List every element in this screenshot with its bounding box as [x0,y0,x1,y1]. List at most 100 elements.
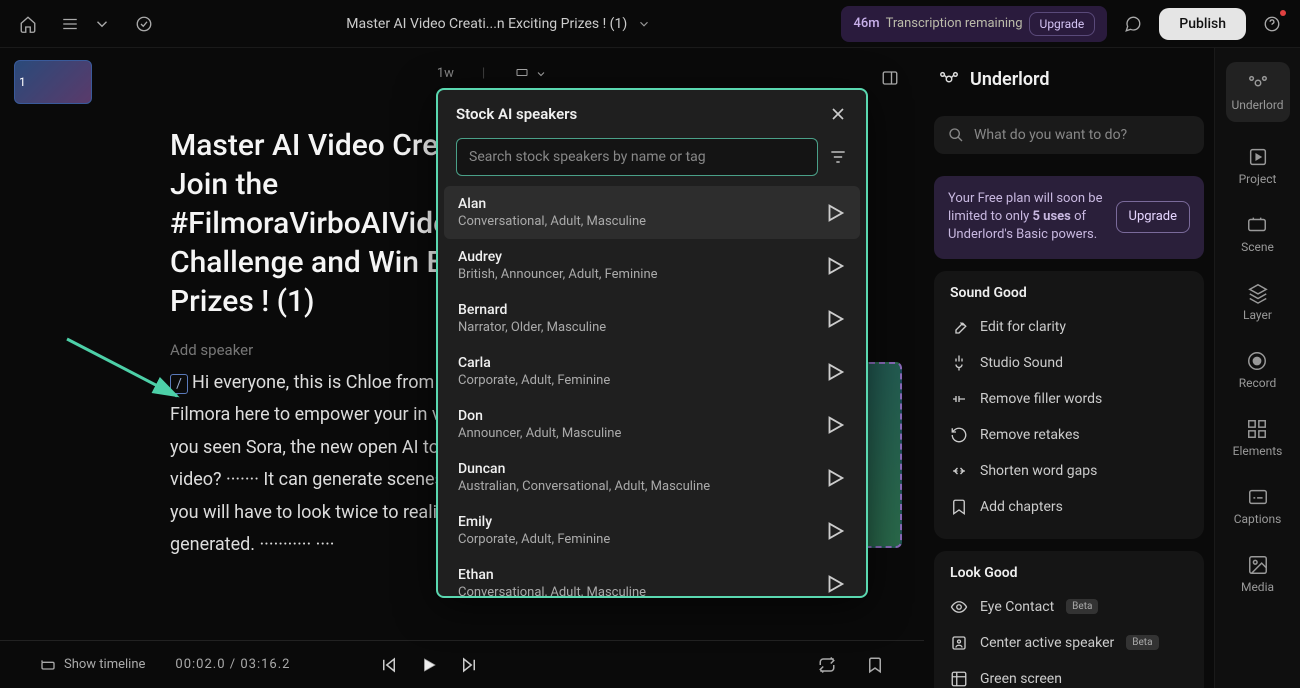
speaker-info: Ethan Conversational, Adult, Masculine [458,567,646,596]
scene-thumb-1[interactable]: 1 [14,60,92,104]
speaker-item[interactable]: Don Announcer, Adult, Masculine [444,398,860,451]
play-icon[interactable] [824,467,846,489]
chevron-down-icon[interactable] [90,12,114,36]
publish-button[interactable]: Publish [1159,8,1246,40]
action-edit-clarity[interactable]: Edit for clarity [940,309,1198,345]
time-display: 00:02.0 / 03:16.2 [175,657,290,672]
action-add-chapters[interactable]: Add chapters [940,489,1198,525]
skip-back-icon[interactable] [380,656,398,674]
speaker-name: Don [458,408,621,424]
speaker-item[interactable]: CarlaCorporate, Adult, Feminine [444,345,860,398]
modal-title: Stock AI speakers [456,105,577,123]
show-timeline-toggle[interactable]: Show timeline [40,657,145,673]
action-studio-sound[interactable]: Studio Sound [940,345,1198,381]
play-controls [380,656,478,674]
project-title[interactable]: Master AI Video Creati...n Exciting Priz… [168,16,829,32]
underlord-icon [938,68,960,90]
beta-badge: Beta [1066,599,1098,614]
bookmark-icon[interactable] [866,656,884,674]
underlord-title: Underlord [970,69,1049,90]
speaker-info: Emily Corporate, Adult, Feminine [458,514,610,547]
speaker-name: Bernard [458,302,606,318]
speaker-name: Ethan [458,567,646,583]
nav-media[interactable]: Media [1241,550,1274,598]
play-icon[interactable] [824,255,846,277]
play-icon[interactable] [824,202,846,224]
zoom-level[interactable]: 1w [437,66,454,81]
speaker-name: Alan [458,196,646,212]
top-left-controls [16,12,156,36]
nav-project[interactable]: Project [1239,142,1277,190]
underlord-search[interactable]: What do you want to do? [934,116,1204,154]
time-total: 03:16.2 [240,657,290,672]
action-center-speaker[interactable]: Center active speakerBeta [940,625,1198,661]
project-title-text: Master AI Video Creati...n Exciting Priz… [346,16,627,32]
action-remove-retakes[interactable]: Remove retakes [940,417,1198,453]
speaker-item[interactable]: DuncanAustralian, Conversational, Adult,… [444,451,860,504]
right-nav-rail: Underlord Project Scene Layer Record Ele… [1214,48,1300,688]
upgrade-button[interactable]: Upgrade [1116,201,1190,233]
chat-icon[interactable] [1121,12,1145,36]
speaker-item[interactable]: AudreyBritish, Announcer, Adult, Feminin… [444,239,860,292]
action-eye-contact[interactable]: Eye ContactBeta [940,589,1198,625]
loop-icon[interactable] [818,656,836,674]
action-remove-filler[interactable]: Remove filler words [940,381,1198,417]
layout-toggle[interactable] [513,68,547,80]
speaker-item[interactable]: Ethan Conversational, Adult, Masculine [444,557,860,596]
filter-icon[interactable] [828,147,848,167]
speaker-tags: Announcer, Adult, Masculine [458,426,621,441]
playback-bar: Show timeline 00:02.0 / 03:16.2 [0,640,924,688]
play-icon[interactable] [824,361,846,383]
close-icon[interactable] [828,104,848,124]
timeline-icon [40,657,56,673]
nav-record[interactable]: Record [1239,346,1277,394]
speaker-info: Don Announcer, Adult, Masculine [458,408,621,441]
action-shorten-gaps[interactable]: Shorten word gaps [940,453,1198,489]
speaker-tags: Narrator, Older, Masculine [458,320,606,335]
scene-thumbnails: 1 [0,48,106,116]
speaker-info: AudreyBritish, Announcer, Adult, Feminin… [458,249,658,282]
panel-toggle-icon[interactable] [878,66,902,90]
skip-forward-icon[interactable] [460,656,478,674]
sound-good-title: Sound Good [940,285,1198,309]
nav-layer[interactable]: Layer [1243,278,1272,326]
nav-underlord[interactable]: Underlord [1226,62,1290,122]
upgrade-notice: Your Free plan will soon be limited to o… [934,176,1204,259]
upgrade-button-small[interactable]: Upgrade [1029,12,1096,36]
play-icon[interactable] [824,308,846,330]
speaker-item[interactable]: Alan Conversational, Adult, Masculine [444,186,860,239]
play-icon[interactable] [824,573,846,595]
play-icon[interactable] [420,656,438,674]
speaker-list[interactable]: Alan Conversational, Adult, Masculine Audr… [438,186,866,596]
modal-header: Stock AI speakers [438,90,866,138]
speaker-search-input[interactable] [456,138,818,176]
speaker-item[interactable]: Bernard Narrator, Older, Masculine [444,292,860,345]
speaker-tags: Conversational, Adult, Masculine [458,585,646,596]
home-icon[interactable] [16,12,40,36]
look-good-section: Look Good Eye ContactBeta Center active … [934,551,1204,688]
help-icon[interactable] [1260,12,1284,36]
check-circle-icon[interactable] [132,12,156,36]
speaker-item[interactable]: Emily Corporate, Adult, Feminine [444,504,860,557]
menu-icon[interactable] [58,12,82,36]
nav-elements[interactable]: Elements [1233,414,1283,462]
nav-captions[interactable]: Captions [1234,482,1282,530]
view-controls: 1w | [106,48,878,87]
speaker-tags: Corporate, Adult, Feminine [458,532,610,547]
stock-speakers-modal: Stock AI speakers Alan Conversational, Ad… [436,88,868,598]
speaker-name: Emily [458,514,610,530]
speaker-info: Bernard Narrator, Older, Masculine [458,302,606,335]
right-sidebar: Underlord What do you want to do? Your F… [924,48,1214,688]
time-current: 00:02.0 [175,657,225,672]
speaker-tags: Australian, Conversational, Adult, Mascu… [458,479,710,494]
modal-search-row [438,138,866,186]
action-green-screen[interactable]: Green screen [940,661,1198,688]
play-icon[interactable] [824,414,846,436]
speaker-tags: Conversational, Adult, Masculine [458,214,646,229]
show-timeline-label: Show timeline [64,657,145,672]
transcription-label: Transcription remaining [886,16,1023,31]
transcription-remaining: 46m Transcription remaining Upgrade [841,6,1107,42]
nav-scene[interactable]: Scene [1241,210,1274,258]
speaker-info: Alan Conversational, Adult, Masculine [458,196,646,229]
play-icon[interactable] [824,520,846,542]
